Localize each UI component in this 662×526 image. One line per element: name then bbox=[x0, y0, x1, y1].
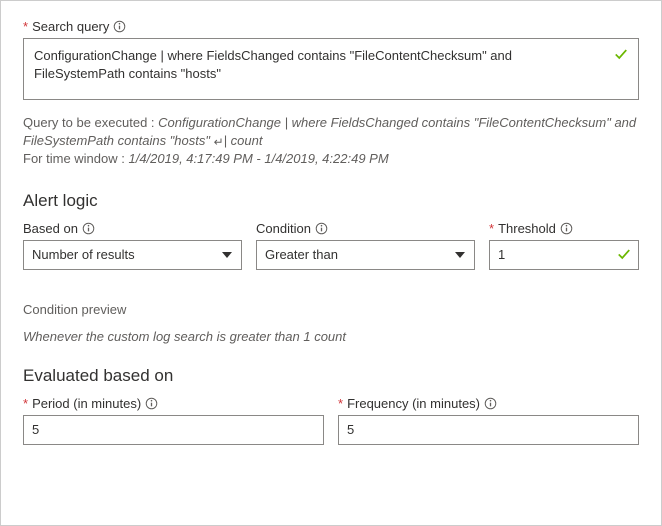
frequency-col: * Frequency (in minutes) bbox=[338, 396, 639, 445]
checkmark-icon bbox=[617, 247, 631, 261]
return-icon: ↵ bbox=[214, 134, 224, 151]
checkmark-icon bbox=[614, 47, 628, 66]
search-query-text: ConfigurationChange | where FieldsChange… bbox=[34, 48, 512, 81]
alert-rule-panel: * Search query ConfigurationChange | whe… bbox=[0, 0, 662, 526]
info-icon[interactable] bbox=[82, 222, 95, 235]
search-query-label-row: * Search query bbox=[23, 19, 639, 34]
info-icon[interactable] bbox=[145, 397, 158, 410]
condition-preview-label: Condition preview bbox=[23, 302, 639, 317]
search-query-input[interactable]: ConfigurationChange | where FieldsChange… bbox=[23, 38, 639, 100]
condition-label: Condition bbox=[256, 221, 311, 236]
info-icon[interactable] bbox=[560, 222, 573, 235]
query-description: Query to be executed : ConfigurationChan… bbox=[23, 114, 639, 169]
time-prefix: For time window : bbox=[23, 151, 128, 166]
period-input[interactable] bbox=[23, 415, 324, 445]
info-icon[interactable] bbox=[113, 20, 126, 33]
info-icon[interactable] bbox=[315, 222, 328, 235]
condition-col: Condition Greater than bbox=[256, 221, 475, 270]
query-desc-count: | count bbox=[224, 133, 263, 148]
search-query-label: Search query bbox=[32, 19, 109, 34]
period-col: * Period (in minutes) bbox=[23, 396, 324, 445]
frequency-label: Frequency (in minutes) bbox=[347, 396, 480, 411]
alert-logic-row: Based on Number of results Condition bbox=[23, 221, 639, 270]
required-asterisk: * bbox=[23, 397, 28, 410]
info-icon[interactable] bbox=[484, 397, 497, 410]
required-asterisk: * bbox=[489, 222, 494, 235]
based-on-select[interactable]: Number of results bbox=[23, 240, 242, 270]
evaluated-heading: Evaluated based on bbox=[23, 366, 639, 386]
based-on-label: Based on bbox=[23, 221, 78, 236]
required-asterisk: * bbox=[338, 397, 343, 410]
alert-logic-heading: Alert logic bbox=[23, 191, 639, 211]
time-range: 1/4/2019, 4:17:49 PM - 1/4/2019, 4:22:49… bbox=[128, 151, 388, 166]
frequency-input[interactable] bbox=[338, 415, 639, 445]
evaluated-row: * Period (in minutes) * Frequency (in mi… bbox=[23, 396, 639, 445]
query-desc-prefix: Query to be executed : bbox=[23, 115, 158, 130]
condition-select[interactable]: Greater than bbox=[256, 240, 475, 270]
based-on-col: Based on Number of results bbox=[23, 221, 242, 270]
threshold-label: Threshold bbox=[498, 221, 556, 236]
period-label: Period (in minutes) bbox=[32, 396, 141, 411]
threshold-col: * Threshold bbox=[489, 221, 639, 270]
required-asterisk: * bbox=[23, 20, 28, 33]
condition-preview-text: Whenever the custom log search is greate… bbox=[23, 329, 639, 344]
